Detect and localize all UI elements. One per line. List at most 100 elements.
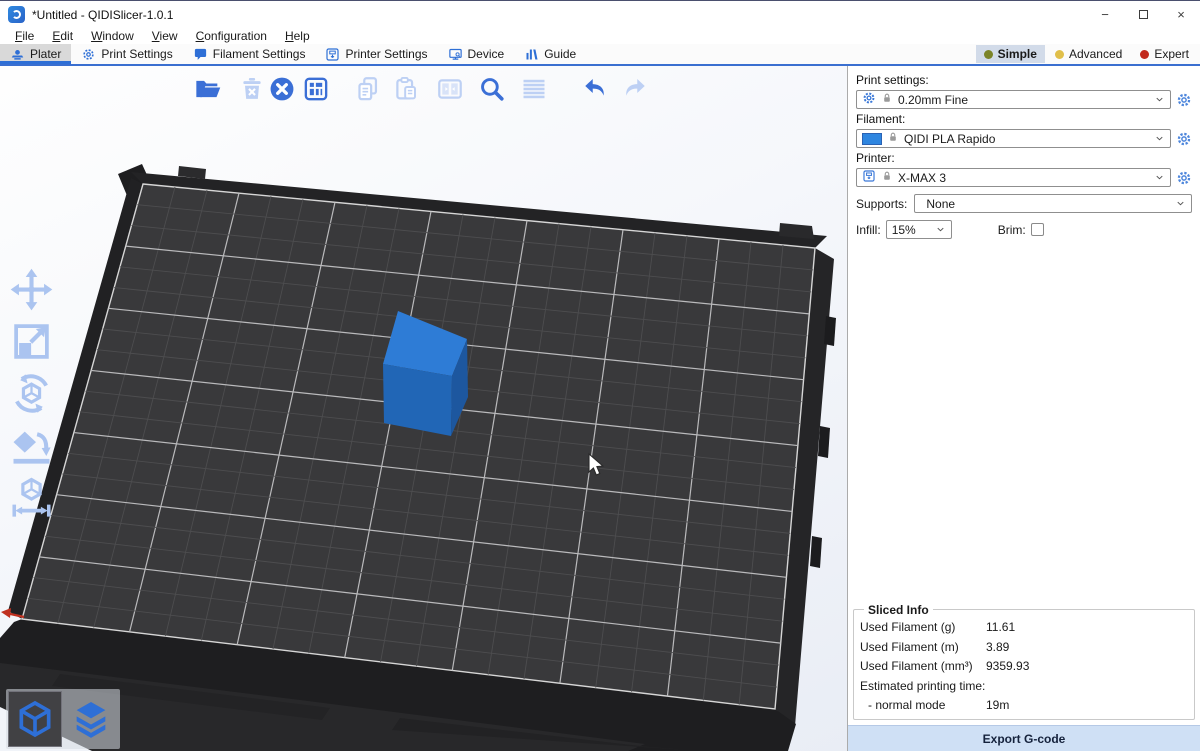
sliced-info-row: Used Filament (mm³)9359.93 [860, 657, 1188, 677]
build-plate[interactable] [22, 184, 815, 709]
viewport-3d[interactable] [0, 66, 847, 751]
menu-item-file[interactable]: File [6, 28, 43, 44]
measure-tool-button[interactable] [8, 474, 55, 521]
3d-editor-toggle-button[interactable] [9, 692, 61, 746]
copy-button[interactable] [353, 74, 383, 104]
print-settings-gear-button[interactable] [1175, 91, 1192, 108]
tab-printer-settings[interactable]: Printer Settings [315, 44, 437, 64]
sliced-info-row: Estimated printing time: [860, 676, 1188, 696]
open-button[interactable] [193, 74, 223, 104]
mode-label: Advanced [1069, 47, 1122, 61]
menu-item-help[interactable]: Help [276, 28, 319, 44]
brim-checkbox[interactable] [1031, 223, 1044, 236]
preview-toggle-button[interactable] [65, 692, 117, 746]
tab-label: Filament Settings [213, 47, 306, 61]
plater-toolbar [193, 71, 649, 107]
place-on-face-tool-button[interactable] [8, 422, 55, 469]
supports-value: None [920, 197, 955, 211]
sidebar-panel: Print settings: 0.20mm Fine Filament: QI… [847, 66, 1200, 751]
print-settings-label: Print settings: [856, 73, 1192, 87]
menu-item-edit[interactable]: Edit [43, 28, 82, 44]
gizmo-toolbar [8, 266, 55, 521]
export-gcode-button[interactable]: Export G-code [848, 725, 1200, 751]
sliced-info-box: Sliced Info Used Filament (g)11.61Used F… [853, 603, 1195, 721]
tab-label: Print Settings [101, 47, 172, 61]
delete-all-button[interactable] [267, 74, 297, 104]
supports-combo[interactable]: None [914, 194, 1192, 213]
sliced-info-row: Used Filament (m)3.89 [860, 637, 1188, 657]
search-button[interactable] [477, 74, 507, 104]
filament-settings-icon [193, 47, 208, 62]
sliced-info-label: Estimated printing time: [860, 679, 986, 693]
filament-gear-button[interactable] [1175, 130, 1192, 147]
view-toggle-group [6, 689, 120, 749]
sliced-info-value: 3.89 [986, 640, 1009, 654]
move-tool-button[interactable] [8, 266, 55, 313]
print-settings-combo[interactable]: 0.20mm Fine [856, 90, 1171, 109]
sliced-info-label: Used Filament (mm³) [860, 659, 986, 673]
filament-value: QIDI PLA Rapido [904, 132, 995, 146]
tab-print-settings[interactable]: Print Settings [71, 44, 182, 64]
minimize-button[interactable]: − [1086, 1, 1124, 28]
mode-switcher: Simple Advanced Expert [976, 44, 1200, 64]
close-button[interactable]: × [1162, 1, 1200, 28]
sliced-info-row: - normal mode19m [860, 696, 1188, 716]
tab-label: Plater [30, 47, 61, 61]
infill-value: 15% [892, 223, 916, 237]
lock-icon [881, 92, 893, 107]
tab-guide[interactable]: Guide [514, 44, 586, 64]
scale-tool-button[interactable] [8, 318, 55, 365]
plater-icon [10, 47, 25, 62]
infill-combo[interactable]: 15% [886, 220, 952, 239]
sliced-info-row: Used Filament (g)11.61 [860, 618, 1188, 638]
arrange-button[interactable] [301, 74, 331, 104]
sliced-info-value: 19m [986, 698, 1009, 712]
chevron-down-icon [935, 224, 946, 235]
paste-button[interactable] [391, 74, 421, 104]
mode-simple[interactable]: Simple [976, 45, 1045, 63]
sliced-info-title: Sliced Info [864, 603, 933, 617]
infill-label: Infill: [856, 223, 881, 237]
tab-bar: Plater Print Settings Filament Settings Pri… [0, 44, 1200, 66]
gear-icon [862, 91, 876, 108]
sliced-info-value: 9359.93 [986, 659, 1029, 673]
variable-layer-height-button[interactable] [519, 74, 549, 104]
chevron-down-icon [1175, 198, 1186, 209]
printer-gear-button[interactable] [1175, 169, 1192, 186]
mode-dot-icon [1055, 50, 1064, 59]
mode-expert[interactable]: Expert [1132, 45, 1197, 63]
rotate-tool-button[interactable] [8, 370, 55, 417]
maximize-button[interactable] [1124, 1, 1162, 28]
chevron-down-icon [1154, 94, 1165, 105]
window-title: *Untitled - QIDISlicer-1.0.1 [32, 8, 173, 22]
filament-label: Filament: [856, 112, 1192, 126]
title-bar: *Untitled - QIDISlicer-1.0.1 − × [0, 1, 1200, 28]
tab-plater[interactable]: Plater [0, 44, 71, 64]
undo-button[interactable] [581, 74, 611, 104]
supports-label: Supports: [856, 197, 907, 211]
lock-icon [887, 131, 899, 146]
tab-label: Printer Settings [345, 47, 427, 61]
redo-button[interactable] [619, 74, 649, 104]
printer-value: X-MAX 3 [898, 171, 946, 185]
brim-label: Brim: [998, 223, 1026, 237]
menu-bar: FileEditWindowViewConfigurationHelp [0, 28, 1200, 44]
delete-button[interactable] [237, 74, 267, 104]
tab-filament-settings[interactable]: Filament Settings [183, 44, 316, 64]
filament-combo[interactable]: QIDI PLA Rapido [856, 129, 1171, 148]
sliced-info-label: Used Filament (g) [860, 620, 986, 634]
printer-combo[interactable]: X-MAX 3 [856, 168, 1171, 187]
tab-device[interactable]: Device [438, 44, 515, 64]
chevron-down-icon [1154, 133, 1165, 144]
tab-label: Guide [544, 47, 576, 61]
sliced-info-label: Used Filament (m) [860, 640, 986, 654]
menu-item-configuration[interactable]: Configuration [187, 28, 276, 44]
mode-dot-icon [1140, 50, 1149, 59]
mode-label: Expert [1154, 47, 1189, 61]
split-objects-button[interactable] [435, 74, 465, 104]
mode-advanced[interactable]: Advanced [1047, 45, 1130, 63]
tab-label: Device [468, 47, 505, 61]
menu-item-window[interactable]: Window [82, 28, 143, 44]
menu-item-view[interactable]: View [143, 28, 187, 44]
window-controls: − × [1086, 1, 1200, 28]
